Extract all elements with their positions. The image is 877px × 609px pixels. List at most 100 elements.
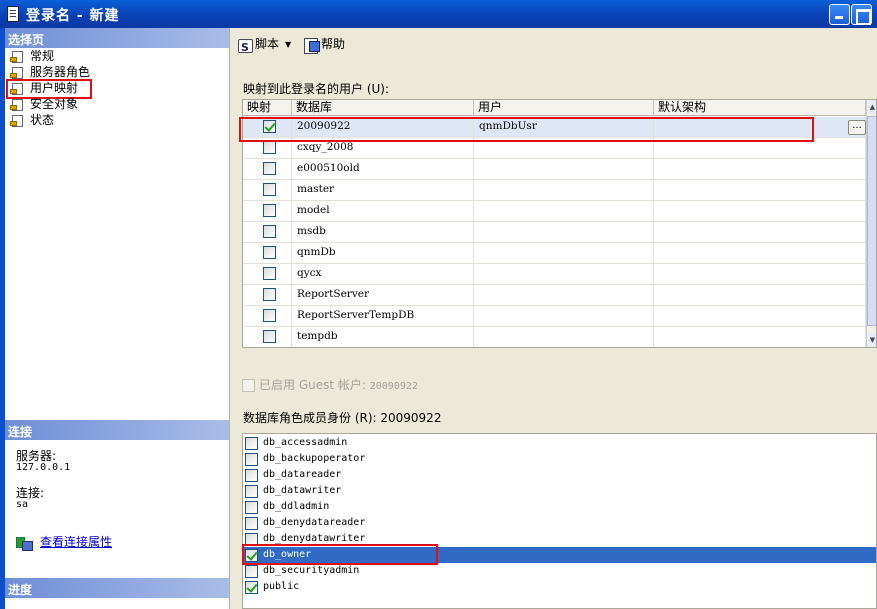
- map-cell[interactable]: [243, 243, 292, 263]
- map-cell[interactable]: [243, 222, 292, 242]
- map-checkbox[interactable]: [263, 309, 276, 322]
- page-item[interactable]: 服务器角色: [8, 65, 90, 81]
- maximize-button[interactable]: [851, 4, 872, 25]
- schema-cell[interactable]: [654, 159, 866, 179]
- map-cell[interactable]: [243, 180, 292, 200]
- map-checkbox[interactable]: [263, 246, 276, 259]
- map-cell[interactable]: [243, 306, 292, 326]
- help-button[interactable]: 帮助: [303, 34, 345, 54]
- map-checkbox[interactable]: [263, 204, 276, 217]
- page-item[interactable]: 用户映射: [5, 79, 93, 99]
- role-item[interactable]: db_denydatawriter: [243, 531, 876, 547]
- database-cell[interactable]: qnmDb: [292, 243, 474, 263]
- role-item[interactable]: db_denydatareader: [243, 515, 876, 531]
- map-cell[interactable]: [243, 264, 292, 284]
- user-cell[interactable]: [474, 285, 654, 305]
- database-cell[interactable]: ReportServerTempDB: [292, 306, 474, 326]
- mapping-row[interactable]: ReportServerTempDB: [243, 306, 866, 327]
- guest-checkbox[interactable]: [242, 379, 255, 392]
- minimize-button[interactable]: [829, 4, 850, 25]
- mapping-row[interactable]: e000510old: [243, 159, 866, 180]
- database-cell[interactable]: tempdb: [292, 327, 474, 347]
- mapping-row[interactable]: master: [243, 180, 866, 201]
- map-checkbox[interactable]: [263, 288, 276, 301]
- user-cell[interactable]: [474, 180, 654, 200]
- role-checkbox[interactable]: [245, 485, 258, 498]
- user-mapping-grid[interactable]: 映射 数据库 用户 默认架构 20090922 qnmDbUsr... cxqy_2…: [242, 99, 877, 348]
- page-item[interactable]: 安全对象: [8, 97, 90, 113]
- mapping-row[interactable]: cxqy_2008: [243, 138, 866, 159]
- map-checkbox[interactable]: [263, 162, 276, 175]
- title-bar[interactable]: 登录名 - 新建: [0, 0, 877, 28]
- role-checkbox[interactable]: [245, 565, 258, 578]
- database-cell[interactable]: msdb: [292, 222, 474, 242]
- schema-cell[interactable]: [654, 180, 866, 200]
- role-item[interactable]: db_securityadmin: [243, 563, 876, 579]
- role-item[interactable]: db_datawriter: [243, 483, 876, 499]
- user-cell[interactable]: [474, 138, 654, 158]
- map-checkbox[interactable]: [263, 120, 276, 133]
- map-cell[interactable]: [243, 138, 292, 158]
- map-checkbox[interactable]: [263, 267, 276, 280]
- map-checkbox[interactable]: [263, 225, 276, 238]
- database-cell[interactable]: model: [292, 201, 474, 221]
- database-cell[interactable]: qycx: [292, 264, 474, 284]
- user-cell[interactable]: [474, 327, 654, 347]
- mapping-row[interactable]: qnmDb: [243, 243, 866, 264]
- database-cell[interactable]: 20090922: [292, 117, 474, 137]
- mapping-row[interactable]: model: [243, 201, 866, 222]
- schema-cell[interactable]: [654, 117, 866, 137]
- user-cell[interactable]: [474, 264, 654, 284]
- col-user[interactable]: 用户: [474, 100, 654, 116]
- map-cell[interactable]: [243, 159, 292, 179]
- role-item[interactable]: db_backupoperator: [243, 451, 876, 467]
- role-checkbox[interactable]: [245, 469, 258, 482]
- schema-cell[interactable]: [654, 327, 866, 347]
- mapping-row[interactable]: qycx: [243, 264, 866, 285]
- view-connection-properties[interactable]: 查看连接属性: [16, 533, 112, 551]
- database-cell[interactable]: ReportServer: [292, 285, 474, 305]
- schema-cell[interactable]: [654, 222, 866, 242]
- map-cell[interactable]: [243, 201, 292, 221]
- mapping-row[interactable]: ReportServer: [243, 285, 866, 306]
- role-checkbox[interactable]: [245, 533, 258, 546]
- role-membership-list[interactable]: db_accessadmin db_backupoperator db_datare…: [242, 433, 877, 609]
- role-item[interactable]: db_accessadmin: [243, 435, 876, 451]
- map-checkbox[interactable]: [263, 141, 276, 154]
- user-cell[interactable]: [474, 222, 654, 242]
- script-button[interactable]: 脚本 ▼: [237, 34, 291, 58]
- col-default-schema[interactable]: 默认架构: [654, 100, 866, 116]
- schema-cell[interactable]: [654, 201, 866, 221]
- role-checkbox[interactable]: [245, 453, 258, 466]
- col-map[interactable]: 映射: [243, 100, 292, 116]
- dropdown-arrow-icon[interactable]: ▼: [285, 35, 291, 55]
- role-checkbox[interactable]: [245, 501, 258, 514]
- user-cell[interactable]: [474, 306, 654, 326]
- mapping-row[interactable]: msdb: [243, 222, 866, 243]
- scroll-thumb[interactable]: [867, 116, 876, 326]
- mapping-row[interactable]: tempdb: [243, 327, 866, 347]
- scroll-up-icon[interactable]: ▲: [867, 100, 876, 114]
- map-checkbox[interactable]: [263, 183, 276, 196]
- role-item[interactable]: db_ddladmin: [243, 499, 876, 515]
- map-cell[interactable]: [243, 285, 292, 305]
- map-checkbox[interactable]: [263, 330, 276, 343]
- user-cell[interactable]: [474, 201, 654, 221]
- map-cell[interactable]: [243, 327, 292, 347]
- page-item[interactable]: 状态: [8, 113, 90, 129]
- user-cell[interactable]: qnmDbUsr: [474, 117, 654, 137]
- schema-cell[interactable]: [654, 138, 866, 158]
- role-item[interactable]: public: [243, 579, 876, 595]
- role-checkbox[interactable]: [245, 581, 258, 594]
- user-cell[interactable]: [474, 159, 654, 179]
- map-cell[interactable]: [243, 117, 292, 137]
- scroll-down-icon[interactable]: ▼: [867, 333, 876, 347]
- database-cell[interactable]: cxqy_2008: [292, 138, 474, 158]
- schema-cell[interactable]: [654, 306, 866, 326]
- database-cell[interactable]: e000510old: [292, 159, 474, 179]
- database-cell[interactable]: master: [292, 180, 474, 200]
- user-cell[interactable]: [474, 243, 654, 263]
- schema-cell[interactable]: [654, 243, 866, 263]
- role-checkbox[interactable]: [245, 549, 258, 562]
- col-database[interactable]: 数据库: [292, 100, 474, 116]
